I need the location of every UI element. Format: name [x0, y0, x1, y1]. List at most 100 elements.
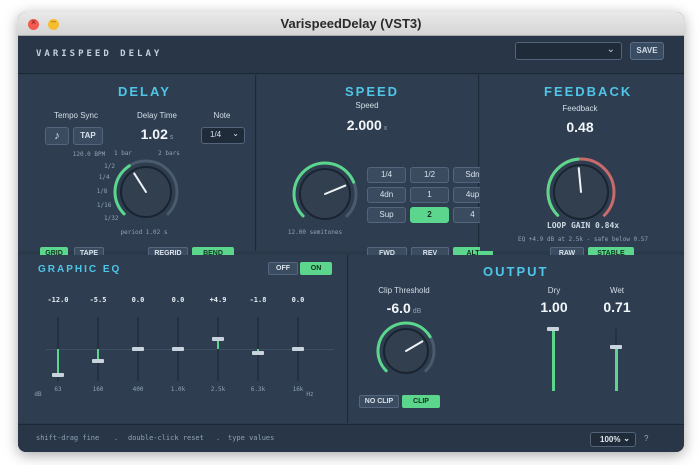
- speed-knob[interactable]: [290, 159, 360, 229]
- speed-ratio-button[interactable]: 1/2: [410, 167, 449, 183]
- eq-band-frequency: 160: [92, 386, 104, 393]
- eq-band-value: -5.5: [89, 296, 107, 304]
- clip-threshold-label: Clip Threshold: [378, 286, 430, 295]
- eq-panel: GRAPHIC EQ OFF ON -12.0 63 -5.5 160 0.0 400 0.…: [18, 255, 348, 423]
- division-tick-label: 1/32: [103, 214, 119, 222]
- delay-title: DELAY: [118, 84, 171, 99]
- eq-fader-thumb[interactable]: [172, 347, 184, 351]
- eq-title: GRAPHIC EQ: [38, 264, 122, 275]
- hint-separator: .: [114, 434, 119, 442]
- dry-value: 1.00: [540, 299, 568, 315]
- feedback-knob[interactable]: [544, 155, 618, 229]
- clip-number: -6.0: [386, 300, 411, 316]
- save-button[interactable]: SAVE: [630, 42, 664, 60]
- music-note-icon: ♪: [54, 130, 60, 142]
- zoom-value: 100%: [600, 435, 621, 444]
- eq-off-button[interactable]: OFF: [268, 262, 298, 275]
- eq-fader-thumb[interactable]: [92, 358, 104, 363]
- eq-band-fader[interactable]: [288, 317, 308, 381]
- dry-label: Dry: [547, 286, 561, 295]
- chevron-down-icon: ⌄: [623, 434, 630, 443]
- eq-fader-thumb[interactable]: [252, 350, 264, 355]
- fader-fill: [615, 346, 618, 391]
- title-bar: × – VarispeedDelay (VST3): [18, 12, 684, 36]
- help-button[interactable]: ?: [644, 434, 648, 443]
- eq-band-fader[interactable]: [48, 317, 68, 381]
- fader-fill: [552, 329, 555, 391]
- note-dropdown[interactable]: 1/4 ⌄: [201, 127, 245, 144]
- hint-type-values: type values: [228, 434, 275, 442]
- hint-shift-drag: shift-drag fine: [36, 434, 100, 442]
- division-tick-label: 1/16: [96, 201, 112, 209]
- eq-fader-thumb[interactable]: [52, 372, 64, 377]
- footer: shift-drag fine . double-click reset . t…: [18, 424, 684, 452]
- chevron-down-icon: ⌄: [606, 44, 615, 55]
- window-title: VarispeedDelay (VST3): [280, 16, 422, 31]
- eq-db-label: dB: [34, 391, 42, 398]
- eq-band-fader[interactable]: [208, 317, 228, 381]
- eq-band-frequency: 1.0k: [170, 386, 186, 393]
- eq-fader-thumb[interactable]: [132, 347, 144, 351]
- wet-value: 0.71: [603, 299, 631, 315]
- speed-number: 2.000: [346, 117, 382, 133]
- fader-thumb[interactable]: [547, 327, 559, 331]
- feedback-info: EQ +4.9 dB at 2.5k - safe below 0.57: [517, 236, 649, 243]
- eq-band-value: 0.0: [291, 296, 305, 304]
- speed-unit: x: [383, 125, 388, 132]
- division-tick-label: 1/2: [104, 163, 116, 171]
- no-clip-button[interactable]: NO CLIP: [359, 395, 399, 408]
- semitones-readout: 12.00 semitones: [287, 229, 343, 236]
- eq-band-fader[interactable]: [248, 317, 268, 381]
- eq-fader-thumb[interactable]: [212, 336, 224, 341]
- speed-ratio-button[interactable]: 1/4: [367, 167, 406, 183]
- speed-title: SPEED: [345, 84, 400, 99]
- plugin-window: × – VarispeedDelay (VST3) VARISPEED DELA…: [18, 12, 684, 452]
- hint-separator: .: [216, 434, 221, 442]
- feedback-value: 0.48: [566, 119, 594, 135]
- eq-band-value: -12.0: [47, 296, 69, 304]
- delay-time-label: Delay Time: [136, 111, 177, 120]
- hint-double-click: double-click reset: [128, 434, 204, 442]
- note-value: 1/4: [210, 130, 222, 139]
- eq-band-fader[interactable]: [168, 317, 188, 381]
- division-tick-label: 1/4: [98, 174, 110, 182]
- eq-band-fader[interactable]: [88, 317, 108, 381]
- preset-dropdown[interactable]: ⌄: [515, 42, 622, 60]
- tempo-sync-label: Tempo Sync: [53, 111, 99, 120]
- chevron-down-icon: ⌄: [232, 129, 239, 138]
- zoom-dropdown[interactable]: 100% ⌄: [590, 432, 636, 447]
- speed-value: 2.000 x: [327, 117, 407, 133]
- delay-panel: DELAY Tempo Sync ♪ TAP 120.0 BPM Delay T…: [18, 75, 256, 260]
- eq-band-value: 0.0: [131, 296, 145, 304]
- tap-button[interactable]: TAP: [73, 127, 103, 145]
- fader-thumb[interactable]: [610, 344, 622, 349]
- division-tick-label: 2 bars: [158, 150, 180, 158]
- wet-fader[interactable]: [606, 329, 626, 391]
- output-panel: OUTPUT Clip Threshold -6.0 dB NO CLIP CLI…: [349, 255, 684, 423]
- clip-button[interactable]: CLIP: [402, 395, 440, 408]
- eq-band-frequency: 400: [132, 386, 144, 393]
- bpm-readout: 120.0 BPM: [72, 151, 106, 158]
- clip-threshold-knob[interactable]: [374, 319, 438, 383]
- delay-time-unit: s: [169, 134, 174, 141]
- speed-ratio-button[interactable]: 1: [410, 187, 449, 203]
- speed-ratio-button[interactable]: 2: [410, 207, 449, 223]
- eq-band-frequency: 2.5k: [210, 386, 226, 393]
- loop-gain-readout: LOOP GAIN 0.84x: [546, 221, 620, 230]
- eq-band-value: +4.9: [209, 296, 227, 304]
- speed-label: Speed: [355, 101, 379, 110]
- output-title: OUTPUT: [483, 264, 549, 279]
- eq-band-fader[interactable]: [128, 317, 148, 381]
- speed-ratio-button[interactable]: Sup: [367, 207, 406, 223]
- speed-ratio-button[interactable]: 4dn: [367, 187, 406, 203]
- note-label: Note: [213, 111, 231, 120]
- eq-band-frequency: 6.3k: [250, 386, 266, 393]
- delay-time-number: 1.02: [140, 126, 168, 142]
- dry-fader[interactable]: [543, 327, 563, 391]
- tempo-sync-note-button[interactable]: ♪: [45, 127, 69, 145]
- feedback-label: Feedback: [562, 104, 598, 113]
- eq-fader-thumb[interactable]: [292, 347, 304, 351]
- eq-on-button[interactable]: ON: [300, 262, 332, 275]
- division-tick-label: 1/8: [96, 188, 108, 195]
- delay-time-value: 1.02 s: [122, 126, 192, 142]
